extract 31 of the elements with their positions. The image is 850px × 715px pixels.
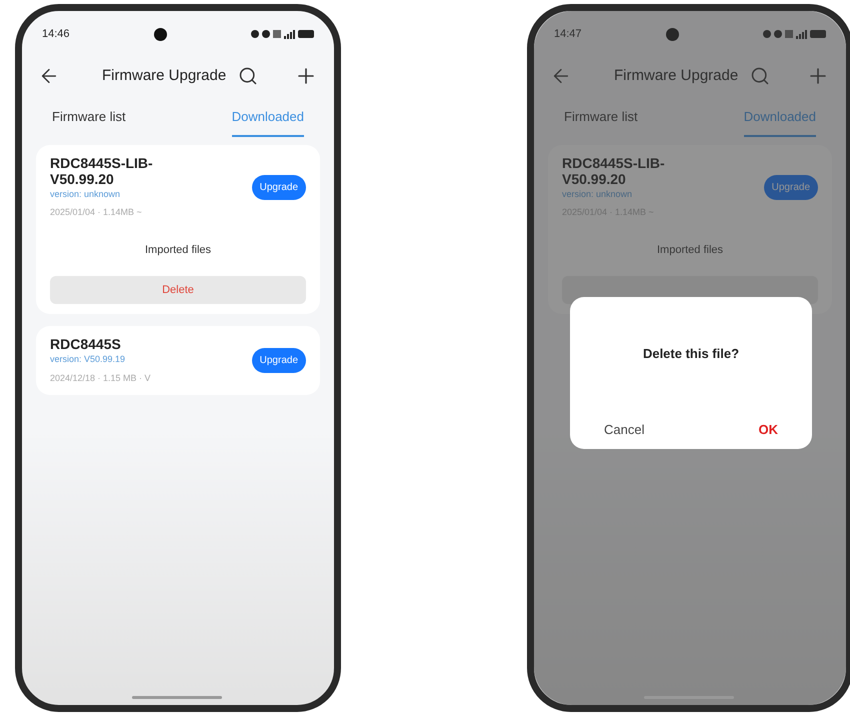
battery-icon bbox=[810, 30, 826, 38]
upgrade-button[interactable]: Upgrade bbox=[252, 174, 306, 200]
tab[interactable]: Firmware list bbox=[564, 107, 638, 136]
camera-icon bbox=[154, 28, 167, 40]
file-name: RDC8445S-LIB-V50.99.20 bbox=[562, 154, 666, 186]
file-version: version: unknown bbox=[50, 188, 122, 200]
file-version: version: V50.99.19 bbox=[50, 353, 126, 366]
delete-button[interactable]: Delete bbox=[50, 276, 306, 304]
upgrade-button[interactable]: Upgrade bbox=[252, 348, 306, 373]
battery-icon bbox=[298, 30, 314, 38]
search-icon[interactable] bbox=[238, 66, 258, 86]
status-time: 14:46 bbox=[42, 26, 70, 42]
screen-title: Firmware Upgrade bbox=[102, 66, 226, 86]
sheet-title: Imported files bbox=[144, 242, 212, 258]
sheet-title: Imported files bbox=[656, 242, 724, 258]
ok-button[interactable]: OK bbox=[758, 420, 778, 439]
upgrade-button[interactable]: Upgrade bbox=[764, 174, 818, 200]
signal-icon bbox=[796, 30, 807, 38]
camera-icon bbox=[666, 28, 679, 40]
tab[interactable]: Downloaded bbox=[232, 107, 304, 136]
file-meta: 2024/12/18 · 1.15 MB · V bbox=[50, 372, 152, 384]
tab[interactable]: Firmware list bbox=[52, 107, 126, 136]
signal-icon bbox=[284, 30, 295, 38]
screen-title: Firmware Upgrade bbox=[614, 66, 738, 86]
file-version: version: unknown bbox=[562, 188, 634, 200]
file-name: RDC8445S-LIB-V50.99.20 bbox=[50, 154, 154, 186]
file-meta: 2025/01/04 · 1.14MB ~ bbox=[50, 206, 143, 219]
cancel-button[interactable]: Cancel bbox=[604, 420, 644, 439]
file-name: RDC8445S bbox=[50, 336, 122, 352]
dialog-message: Delete this file? bbox=[642, 345, 740, 363]
status-time: 14:47 bbox=[554, 26, 582, 42]
